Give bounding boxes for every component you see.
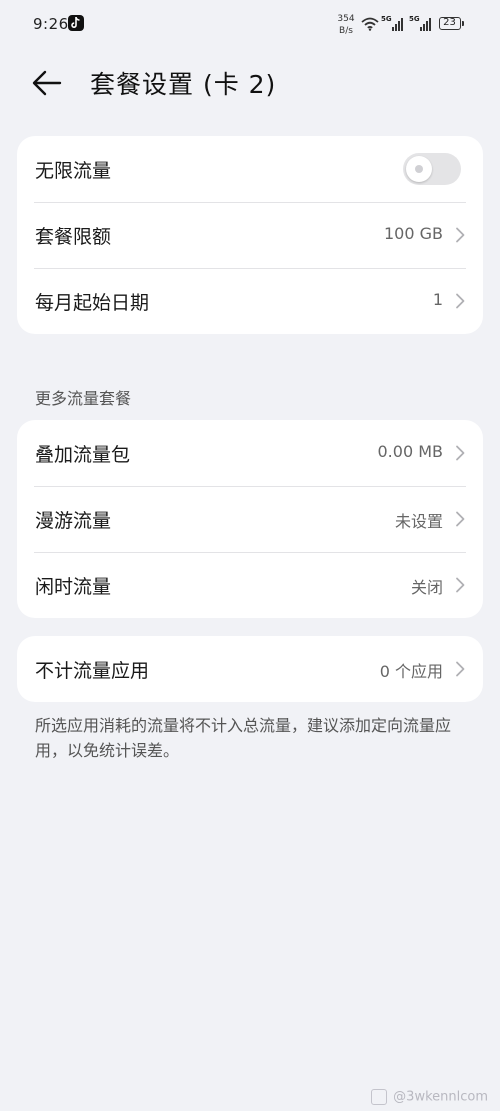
header: 套餐设置 (卡 2): [0, 55, 500, 111]
chevron-right-icon: [456, 227, 465, 243]
idle-time-data-row[interactable]: 闲时流量 关闭: [17, 552, 483, 618]
status-bar: 9:26 354 B/s 5G 5G 23: [0, 0, 500, 50]
page-title: 套餐设置 (卡 2): [90, 70, 277, 99]
roaming-data-value: 未设置: [394, 512, 443, 531]
roaming-data-label: 漫游流量: [35, 510, 112, 532]
wifi-icon: [361, 17, 379, 31]
network-speed-unit: B/s: [339, 26, 353, 36]
monthly-start-date-row[interactable]: 每月起始日期 1: [17, 268, 483, 334]
battery-icon: 23: [439, 17, 464, 30]
more-plans-section-title: 更多流量套餐: [35, 389, 132, 408]
watermark-text: @3wkennlcom: [393, 1089, 488, 1105]
addon-package-label: 叠加流量包: [35, 444, 131, 466]
unmetered-apps-label: 不计流量应用: [35, 660, 150, 682]
monthly-start-date-value: 1: [432, 290, 443, 309]
plan-settings-card: 无限流量 套餐限额 100 GB 每月起始日期 1: [17, 136, 483, 334]
arrow-left-icon: [32, 70, 62, 96]
unlimited-data-toggle[interactable]: [403, 153, 461, 185]
network-speed: 354 B/s: [335, 13, 357, 37]
unlimited-data-label: 无限流量: [35, 160, 112, 182]
chevron-right-icon: [456, 661, 465, 677]
idle-time-data-label: 闲时流量: [35, 576, 112, 598]
plan-limit-row[interactable]: 套餐限额 100 GB: [17, 202, 483, 268]
battery-level: 23: [443, 17, 456, 28]
back-button[interactable]: [30, 65, 70, 101]
chevron-right-icon: [456, 293, 465, 309]
status-time: 9:26: [33, 15, 69, 33]
unmetered-apps-note: 所选应用消耗的流量将不计入总流量，建议添加定向流量应用，以免统计误差。: [35, 716, 452, 760]
watermark: @3wkennlcom: [371, 1089, 488, 1105]
idle-time-data-value: 关闭: [410, 578, 443, 597]
addon-package-row[interactable]: 叠加流量包 0.00 MB: [17, 420, 483, 486]
tiktok-notification-icon: [68, 15, 84, 31]
chevron-right-icon: [456, 577, 465, 593]
plan-limit-label: 套餐限额: [35, 226, 112, 248]
network-speed-value: 354: [337, 14, 355, 24]
unmetered-apps-card: 不计流量应用 0 个应用: [17, 636, 483, 702]
plan-limit-value: 100 GB: [384, 224, 443, 243]
monthly-start-date-label: 每月起始日期: [35, 292, 150, 314]
toggle-knob: [406, 156, 432, 182]
watermark-logo-icon: [371, 1089, 388, 1105]
chevron-right-icon: [456, 511, 465, 527]
unmetered-apps-row[interactable]: 不计流量应用 0 个应用: [17, 636, 483, 702]
unmetered-apps-value: 0 个应用: [379, 662, 443, 681]
addon-package-value: 0.00 MB: [377, 442, 444, 461]
chevron-right-icon: [456, 445, 465, 461]
more-plans-card: 叠加流量包 0.00 MB 漫游流量 未设置 闲时流量 关闭: [17, 420, 483, 618]
unlimited-data-row: 无限流量: [17, 136, 483, 202]
roaming-data-row[interactable]: 漫游流量 未设置: [17, 486, 483, 552]
